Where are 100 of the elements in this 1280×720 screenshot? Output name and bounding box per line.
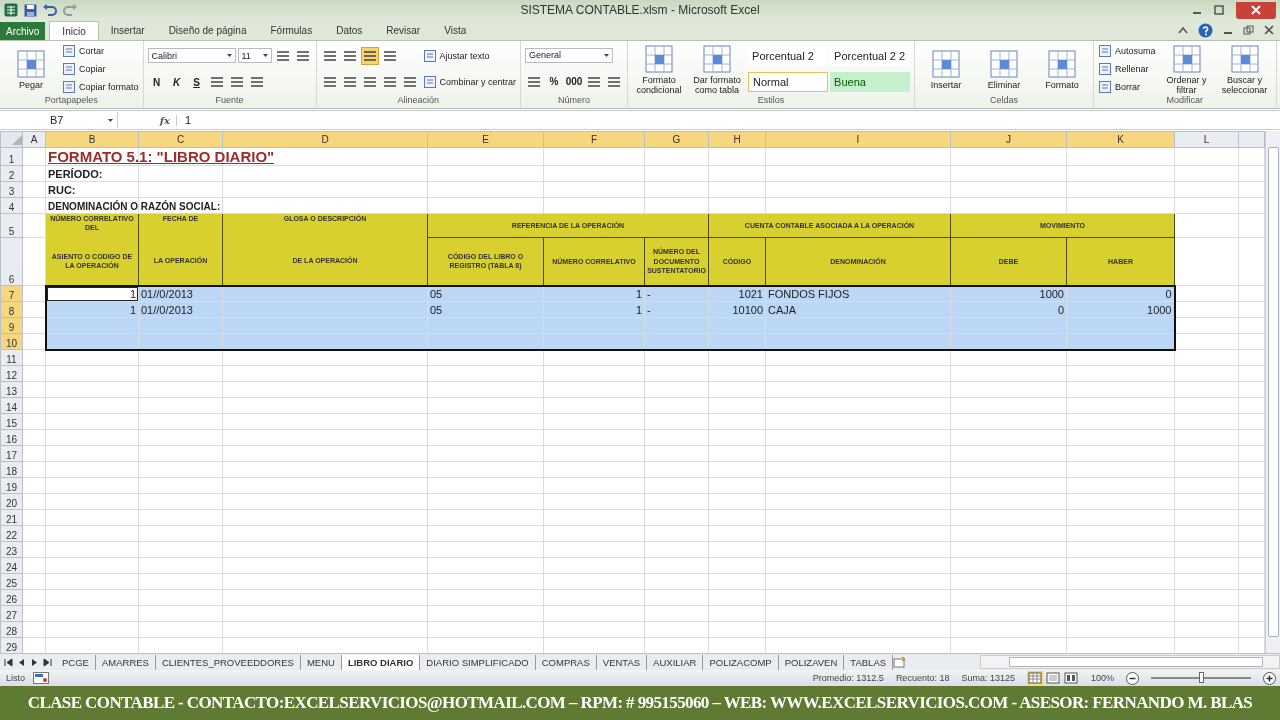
close-icon	[1251, 5, 1261, 15]
ribbon-button[interactable]: Combinar y centrar	[422, 74, 517, 91]
column-letter[interactable]: A	[22, 131, 46, 148]
maximize-icon[interactable]	[1214, 5, 1224, 15]
table-cell[interactable]: -	[644, 285, 709, 302]
ribbon-button[interactable]: Formato condicional	[632, 43, 687, 95]
restore-icon[interactable]	[1243, 25, 1254, 35]
ribbon-tab[interactable]: Diseño de página	[156, 21, 259, 40]
spreadsheet-icon[interactable]	[4, 3, 18, 17]
page-icon	[1027, 672, 1042, 684]
cell-style[interactable]: Normal	[748, 72, 829, 93]
sheet-tab[interactable]: AUXILIAR	[647, 654, 704, 670]
table-cell[interactable]: 1021	[708, 285, 766, 302]
name-box[interactable]: B7	[0, 112, 118, 128]
lines-icon	[295, 49, 310, 62]
sheet-tab[interactable]: COMPRAS	[535, 654, 597, 670]
table-cell[interactable]: 1	[45, 285, 139, 302]
sheet-tab[interactable]: PCGE	[56, 654, 96, 670]
row-number[interactable]: 5	[0, 213, 23, 238]
close-icon[interactable]	[1264, 25, 1274, 35]
column-letter[interactable]: B	[45, 131, 139, 148]
collapse-icon[interactable]	[1178, 26, 1188, 34]
column-letter[interactable]: E	[427, 131, 544, 148]
ribbon-button[interactable]: Rellenar	[1098, 61, 1149, 77]
macro-record-icon[interactable]	[33, 672, 49, 684]
table-cell[interactable]: 1	[543, 285, 645, 302]
view-button[interactable]	[1062, 671, 1079, 685]
lines-icon	[362, 76, 377, 89]
column-letter[interactable]: D	[222, 131, 428, 148]
help-icon[interactable]	[1198, 22, 1213, 38]
lines-icon	[342, 49, 357, 62]
ribbon-button[interactable]: Autosuma	[1098, 43, 1156, 60]
sheet-tab[interactable]: MENU	[300, 654, 342, 670]
close-button[interactable]	[1236, 1, 1276, 19]
ribbon-button[interactable]: Copiar	[62, 61, 106, 77]
column-letter[interactable]: I	[765, 131, 951, 148]
ribbon-tab[interactable]: Vista	[432, 21, 479, 40]
tool-button[interactable]: %	[545, 72, 564, 91]
file-tab[interactable]: Archivo	[0, 22, 46, 40]
row-number[interactable]: 6	[0, 237, 23, 286]
ribbon-button[interactable]: Eliminar	[977, 48, 1032, 90]
sheet-tab[interactable]: CLIENTES_PROVEEDDORES	[155, 654, 301, 670]
vertical-scrollbar[interactable]	[1265, 131, 1280, 653]
column-letter[interactable]: L	[1174, 131, 1239, 148]
zoom-slider-thumb[interactable]	[1199, 672, 1204, 683]
table-cell[interactable]: 0	[1066, 285, 1175, 302]
scroll-thumb[interactable]	[1009, 657, 1263, 667]
ribbon-button[interactable]: Insertar	[919, 48, 974, 90]
dropdown-field[interactable]: Calibri	[147, 48, 236, 64]
arrow-icon[interactable]	[4, 657, 13, 667]
table-cell[interactable]: 01//0/2013	[138, 285, 223, 302]
tool-button[interactable]	[360, 46, 379, 65]
scroll-thumb[interactable]	[1268, 147, 1279, 637]
zoom-out-icon[interactable]	[1126, 671, 1139, 685]
tool-button[interactable]: S	[187, 73, 206, 92]
ribbon-tab[interactable]: Datos	[324, 21, 375, 40]
tool-button[interactable]: K	[167, 73, 186, 92]
ribbon-tab[interactable]: Revisar	[374, 21, 433, 40]
ribbon-button[interactable]: Cortar	[62, 43, 104, 60]
arrow-icon[interactable]	[43, 657, 52, 667]
sheet-tab[interactable]: LIBRO DIARIO	[341, 654, 421, 670]
table-cell[interactable]: 05	[427, 285, 544, 302]
ribbon-button[interactable]: Dar formato como tabla	[690, 43, 745, 95]
dropdown-field[interactable]: General	[525, 47, 614, 63]
sheet-tab[interactable]: POLIZACOMP	[703, 654, 779, 670]
table-cell[interactable]	[222, 285, 428, 302]
ribbon-button[interactable]: Formato	[1035, 48, 1090, 90]
column-letter[interactable]: J	[950, 131, 1067, 148]
tool-button[interactable]: 000	[565, 72, 584, 91]
column-letter[interactable]: G	[644, 131, 709, 148]
ribbon-tab[interactable]: Fórmulas	[258, 21, 325, 40]
sheet-tab[interactable]: DIARIO SIMPLIFICADO	[420, 654, 536, 670]
ribbon-button[interactable]: Pegar	[4, 48, 58, 90]
zoom-in-icon[interactable]	[1263, 671, 1276, 685]
horizontal-scrollbar[interactable]	[980, 655, 1280, 669]
ribbon-button[interactable]: Buscar y seleccionar	[1217, 43, 1272, 95]
table-cell[interactable]: 1000	[950, 285, 1067, 302]
ribbon-button[interactable]: Ordenar y filtrar	[1159, 43, 1214, 95]
sheet-tab[interactable]: POLIZAVEN	[778, 654, 845, 670]
dropdown-field[interactable]: 11	[237, 48, 272, 64]
ribbon-button[interactable]: Borrar	[1098, 78, 1141, 95]
save-icon[interactable]	[24, 3, 37, 17]
column-letter[interactable]: K	[1066, 131, 1175, 148]
cell-style[interactable]: Buena	[830, 72, 911, 93]
sheet-tab[interactable]: VENTAS	[596, 654, 648, 670]
table-cell[interactable]: FONDOS FIJOS	[765, 285, 951, 302]
field-label: DENOMINACIÓN O RAZÓN SOCIAL:	[48, 200, 221, 212]
column-letter[interactable]: F	[543, 131, 645, 148]
function-button[interactable]: fx	[118, 114, 177, 126]
column-letter[interactable]: C	[138, 131, 223, 148]
ribbon-button[interactable]: Ajustar texto	[422, 47, 490, 64]
tool-button[interactable]: N	[147, 73, 166, 92]
sheet-tab[interactable]: AMARRES	[95, 654, 156, 670]
ribbon-tab[interactable]: Insertar	[98, 21, 157, 40]
ribbon-button[interactable]: Copiar formato	[62, 78, 139, 95]
lines-icon	[275, 49, 290, 62]
column-letter[interactable]: H	[708, 131, 766, 148]
formula-field[interactable]: 1	[177, 114, 1280, 126]
ribbon-tab[interactable]: Inicio	[49, 21, 99, 40]
undo-icon[interactable]	[43, 4, 57, 16]
